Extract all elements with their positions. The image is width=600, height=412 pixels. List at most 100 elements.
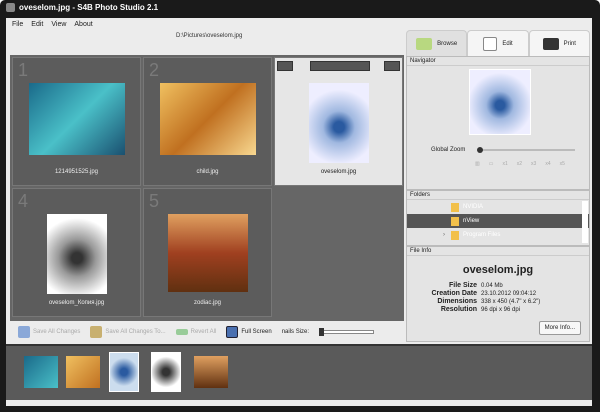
cell-number: 5 xyxy=(149,191,160,211)
fit-icon[interactable]: ▥ xyxy=(475,161,480,167)
cell-header-bar xyxy=(310,61,370,71)
slider-handle[interactable] xyxy=(477,147,483,153)
folder-icon xyxy=(451,230,459,240)
cell-number: 1 xyxy=(18,60,29,80)
filmstrip-thumb[interactable] xyxy=(194,356,228,388)
tab-browse[interactable]: Browse xyxy=(406,30,468,56)
zoom-label: Global Zoom xyxy=(431,147,466,153)
save-all-to-button[interactable]: Save All Changes To... xyxy=(90,326,166,338)
revert-label: Revert All xyxy=(190,329,217,335)
file-info-panel: File Info oveselom.jpg File Size 0.04 Mb … xyxy=(406,246,590,342)
zoom-x1[interactable]: x1 xyxy=(502,161,507,167)
grid-cell[interactable]: 1 1214951525.jpg xyxy=(12,57,141,186)
save-all-to-label: Save All Changes To... xyxy=(105,329,166,335)
floppy-icon xyxy=(18,326,30,338)
filmstrip-thumb[interactable] xyxy=(151,352,181,392)
info-value: 0.04 Mb xyxy=(481,283,503,289)
thumbnail-image xyxy=(28,83,125,155)
arrow-left-icon xyxy=(175,329,188,335)
thumbnail-image xyxy=(167,214,248,292)
cell-caption: oveselom.jpg xyxy=(320,169,357,175)
grid-cell[interactable]: 4 oveselom_Копия.jpg xyxy=(12,188,141,317)
tab-label: Browse xyxy=(437,40,458,47)
info-key: File Size xyxy=(448,282,477,289)
actual-size-icon[interactable]: ▭ xyxy=(489,161,494,167)
cell-header-bar xyxy=(277,61,293,71)
thumbnail-image xyxy=(46,214,107,294)
browse-icon xyxy=(416,37,433,50)
full-screen-label: Full Screen xyxy=(241,329,272,335)
zoom-x5[interactable]: x5 xyxy=(560,161,565,167)
filmstrip-thumb[interactable] xyxy=(24,356,58,388)
tab-edit[interactable]: Edit xyxy=(467,30,529,56)
filmstrip-thumb[interactable] xyxy=(109,352,139,392)
full-screen-button[interactable]: Full Screen xyxy=(226,326,272,338)
filmstrip xyxy=(6,344,592,400)
menu-edit[interactable]: Edit xyxy=(31,21,43,28)
save-all-button[interactable]: Save All Changes xyxy=(18,326,80,338)
folder-icon xyxy=(451,202,459,212)
action-toolbar: Save All Changes Save All Changes To... … xyxy=(10,321,404,343)
cell-number: 4 xyxy=(18,191,29,211)
zoom-x3[interactable]: x3 xyxy=(531,161,536,167)
app-icon xyxy=(6,3,15,12)
grid-cell-selected[interactable]: 3oveselom.jpg xyxy=(274,57,403,186)
tab-print[interactable]: Print xyxy=(528,30,590,56)
navigator-panel: Navigator Global Zoom ▥ ▭ x1 x2 x3 x4 x5 xyxy=(406,56,590,190)
cell-caption: oveselom_Копия.jpg xyxy=(48,300,105,306)
cell-caption: child.jpg xyxy=(196,169,219,175)
info-key: Dimensions xyxy=(437,298,477,305)
thumbnail-grid: 1 1214951525.jpg 2 child.jpg 3oveselom.jpg… xyxy=(10,55,404,321)
info-value: 338 x 450 (4.7" x 6.2") xyxy=(481,299,541,305)
menu-view[interactable]: View xyxy=(51,21,66,28)
cell-caption: 1214951525.jpg xyxy=(54,169,99,175)
info-row: Creation Date 23.10.2012 09:04:12 xyxy=(407,290,589,298)
full-screen-icon xyxy=(226,326,239,338)
zoom-slider[interactable] xyxy=(477,147,575,153)
expand-arrow-icon[interactable]: › xyxy=(443,232,445,238)
file-name: oveselom.jpg xyxy=(462,264,534,276)
zoom-x2[interactable]: x2 xyxy=(517,161,522,167)
folder-label: Program Files xyxy=(463,232,501,238)
folder-label: nView xyxy=(463,218,480,224)
more-info-button[interactable]: More Info... xyxy=(538,321,581,335)
folders-scrollbar[interactable] xyxy=(582,201,588,243)
cell-caption: zodiac.jpg xyxy=(193,300,222,306)
filmstrip-thumb[interactable] xyxy=(66,356,100,388)
info-value: 96 dpi x 96 dpi xyxy=(481,307,521,313)
title-bar: oveselom.jpg - S4B Photo Studio 2.1 xyxy=(6,3,158,12)
info-key: Resolution xyxy=(440,306,477,313)
cell-number: 2 xyxy=(149,60,160,80)
thumbnail-image xyxy=(308,83,369,163)
menu-bar: File Edit View About xyxy=(12,21,93,28)
grid-cell[interactable]: 5 zodiac.jpg xyxy=(143,188,272,317)
revert-all-button[interactable]: Revert All xyxy=(175,329,217,335)
info-row: Dimensions 338 x 450 (4.7" x 6.2") xyxy=(407,298,589,306)
folder-item-selected[interactable]: nView xyxy=(407,214,589,228)
tab-label: Print xyxy=(563,40,576,47)
cell-header-bar xyxy=(384,61,400,71)
thumb-size-slider[interactable] xyxy=(319,328,375,336)
floppy-folder-icon xyxy=(90,326,103,338)
save-all-label: Save All Changes xyxy=(33,329,81,335)
info-key: Creation Date xyxy=(431,290,477,297)
zoom-x4[interactable]: x4 xyxy=(545,161,550,167)
folders-panel: Folders NVIDIA nView › Program Files xyxy=(406,190,590,246)
folder-label: NVIDIA xyxy=(463,204,484,210)
folder-icon xyxy=(451,216,459,226)
info-value: 23.10.2012 09:04:12 xyxy=(481,291,537,297)
tab-label: Edit xyxy=(502,40,513,47)
folder-item[interactable]: NVIDIA xyxy=(407,200,589,214)
panel-title: Navigator xyxy=(407,57,589,66)
menu-file[interactable]: File xyxy=(12,21,23,28)
info-row: File Size 0.04 Mb xyxy=(407,282,589,290)
right-panel: Browse Edit Print Navigator Global Zoom … xyxy=(406,30,590,342)
folder-item[interactable]: › Program Files xyxy=(407,228,589,242)
pencil-icon xyxy=(483,36,498,51)
current-path: D:\Pictures\oveselom.jpg xyxy=(176,33,243,39)
thumbnail-image xyxy=(159,83,256,155)
menu-about[interactable]: About xyxy=(74,21,92,28)
grid-cell[interactable]: 2 child.jpg xyxy=(143,57,272,186)
slider-handle[interactable] xyxy=(319,328,325,336)
printer-icon xyxy=(542,37,559,50)
